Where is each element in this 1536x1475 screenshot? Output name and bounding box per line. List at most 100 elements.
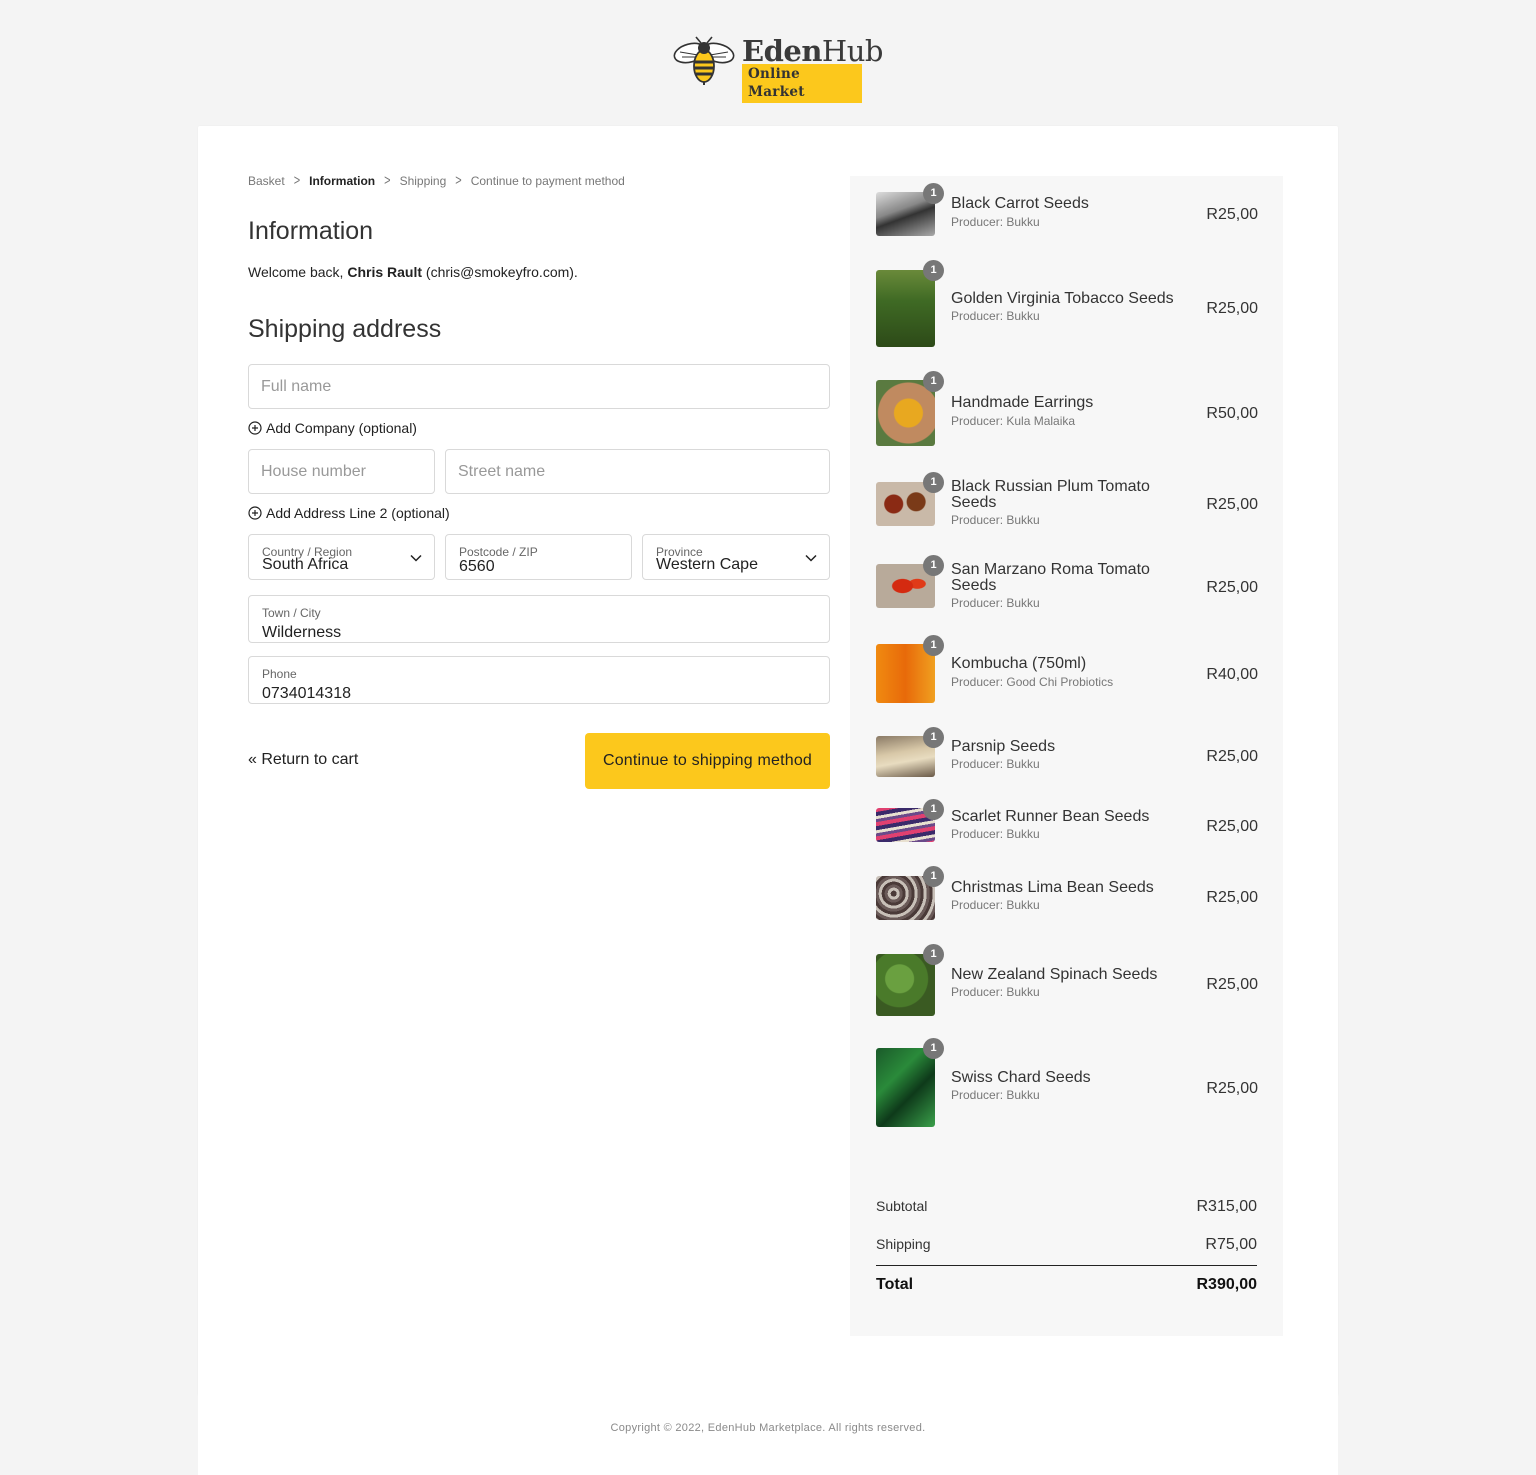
chevron-down-icon — [805, 554, 817, 562]
product-name: Golden Virginia Tobacco Seeds — [951, 290, 1174, 307]
product-price: R25,00 — [1206, 976, 1258, 993]
quantity-badge: 1 — [923, 727, 944, 748]
chevron-right-icon: > — [293, 173, 301, 189]
cart-item: 1 Black Carrot Seeds Producer: Bukku R25… — [876, 183, 1258, 242]
breadcrumb-shipping: Shipping — [399, 174, 447, 188]
full-name-field[interactable]: Full name — [248, 364, 830, 409]
product-producer: Producer: Bukku — [951, 757, 1040, 771]
product-price: R25,00 — [1206, 748, 1258, 765]
product-price: R25,00 — [1206, 1080, 1258, 1097]
cart-item: 1 Christmas Lima Bean Seeds Producer: Bu… — [876, 866, 1258, 924]
chevron-right-icon: > — [455, 173, 462, 189]
brand-name: EdenHub — [742, 34, 883, 68]
town-city-label: Town / City — [262, 606, 321, 620]
street-name-field[interactable]: Street name — [445, 449, 830, 494]
quantity-badge: 1 — [923, 944, 944, 965]
product-thumbnail — [876, 1048, 935, 1127]
product-name: San Marzano Roma Tomato Seeds — [951, 561, 1150, 594]
quantity-badge: 1 — [923, 472, 944, 493]
cart-item: 1 Black Russian Plum Tomato Seeds Produc… — [876, 472, 1258, 534]
product-producer: Producer: Bukku — [951, 1088, 1040, 1102]
cart-item: 1 Handmade Earrings Producer: Kula Malai… — [876, 371, 1258, 449]
subtotal-value: R315,00 — [1196, 1198, 1258, 1215]
product-name: Black Carrot Seeds — [951, 195, 1089, 212]
totals-divider — [876, 1265, 1257, 1266]
add-company-label: Add Company (optional) — [266, 420, 417, 436]
product-producer: Producer: Bukku — [951, 985, 1040, 999]
continue-to-shipping-button[interactable]: Continue to shipping method — [585, 733, 830, 789]
country-select[interactable]: Country / Region South Africa — [248, 534, 435, 580]
product-producer: Producer: Bukku — [951, 827, 1040, 841]
cart-item: 1 Kombucha (750ml) Producer: Good Chi Pr… — [876, 635, 1258, 707]
quantity-badge: 1 — [923, 866, 944, 887]
province-value: Western Cape — [656, 556, 758, 573]
quantity-badge: 1 — [923, 799, 944, 820]
copyright-text: Copyright © 2022, EdenHub Marketplace. A… — [610, 1422, 926, 1434]
cart-item: 1 New Zealand Spinach Seeds Producer: Bu… — [876, 944, 1258, 1018]
postcode-field[interactable]: Postcode / ZIP 6560 — [445, 534, 632, 580]
quantity-badge: 1 — [923, 1038, 944, 1059]
street-name-placeholder: Street name — [458, 462, 546, 480]
product-name: Handmade Earrings — [951, 394, 1094, 411]
shipping-address-heading: Shipping address — [248, 315, 442, 343]
shipping-label: Shipping — [876, 1236, 931, 1252]
house-number-placeholder: House number — [261, 462, 366, 480]
plus-circle-icon — [248, 421, 262, 435]
product-name: New Zealand Spinach Seeds — [951, 966, 1158, 983]
product-producer: Producer: Bukku — [951, 898, 1040, 912]
add-address-line2-label: Add Address Line 2 (optional) — [266, 505, 450, 521]
chevron-right-icon: > — [384, 173, 391, 189]
total-label: Total — [876, 1276, 914, 1293]
product-thumbnail — [876, 954, 935, 1016]
product-name: Black Russian Plum Tomato Seeds — [951, 478, 1150, 511]
product-producer: Producer: Kula Malaika — [951, 414, 1076, 428]
product-thumbnail — [876, 380, 935, 446]
product-price: R25,00 — [1206, 300, 1258, 317]
product-price: R40,00 — [1206, 666, 1258, 683]
breadcrumb-basket[interactable]: Basket — [248, 174, 285, 188]
product-name: Kombucha (750ml) — [951, 655, 1087, 672]
add-company-link[interactable]: Add Company (optional) — [248, 420, 417, 436]
phone-label: Phone — [262, 667, 297, 681]
product-producer: Producer: Bukku — [951, 596, 1040, 610]
phone-value: 0734014318 — [262, 685, 351, 702]
product-name: Christmas Lima Bean Seeds — [951, 879, 1154, 896]
quantity-badge: 1 — [923, 371, 944, 392]
product-name: Scarlet Runner Bean Seeds — [951, 808, 1150, 825]
town-city-field[interactable]: Town / City Wilderness — [248, 595, 830, 643]
postcode-value: 6560 — [459, 558, 495, 575]
shipping-row: Shipping R75,00 — [876, 1236, 1257, 1254]
product-producer: Producer: Bukku — [951, 513, 1040, 527]
shipping-value: R75,00 — [1205, 1236, 1257, 1253]
product-price: R25,00 — [1206, 889, 1258, 906]
return-to-cart-link[interactable]: « Return to cart — [248, 751, 358, 769]
information-heading: Information — [248, 217, 374, 245]
product-price: R25,00 — [1206, 579, 1258, 596]
product-name: Swiss Chard Seeds — [951, 1069, 1091, 1086]
product-producer: Producer: Bukku — [951, 309, 1040, 323]
product-name: Parsnip Seeds — [951, 738, 1056, 755]
quantity-badge: 1 — [923, 260, 944, 281]
full-name-placeholder: Full name — [261, 377, 332, 395]
town-city-value: Wilderness — [262, 624, 342, 641]
welcome-message: Welcome back, Chris Rault (chris@smokeyf… — [248, 264, 578, 280]
quantity-badge: 1 — [923, 555, 944, 576]
plus-circle-icon — [248, 506, 262, 520]
brand-logo[interactable]: EdenHub Online Market — [672, 34, 883, 103]
cart-item: 1 Scarlet Runner Bean Seeds Producer: Bu… — [876, 799, 1258, 847]
bee-icon — [673, 36, 735, 85]
chevron-down-icon — [410, 554, 422, 562]
add-address-line2-link[interactable]: Add Address Line 2 (optional) — [248, 505, 450, 521]
country-value: South Africa — [262, 556, 349, 573]
product-price: R25,00 — [1206, 818, 1258, 835]
phone-field[interactable]: Phone 0734014318 — [248, 656, 830, 704]
quantity-badge: 1 — [923, 183, 944, 204]
product-price: R25,00 — [1206, 496, 1258, 513]
total-row: Total R390,00 — [876, 1276, 1257, 1294]
breadcrumb-information: Information — [309, 174, 376, 188]
product-producer: Producer: Good Chi Probiotics — [951, 675, 1114, 689]
house-number-field[interactable]: House number — [248, 449, 435, 494]
postcode-label: Postcode / ZIP — [459, 545, 538, 559]
province-select[interactable]: Province Western Cape — [642, 534, 830, 580]
brand-tagline: Online Market — [742, 64, 862, 103]
